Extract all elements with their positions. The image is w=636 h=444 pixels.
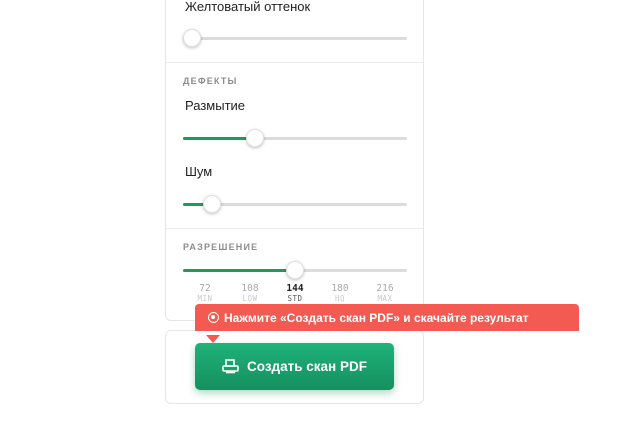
resolution-tick[interactable]: 180 HQ [320, 284, 360, 302]
blur-slider[interactable] [183, 129, 407, 147]
hint-text: Нажмите «Создать скан PDF» и скачайте ре… [224, 310, 529, 325]
create-scan-pdf-label: Создать скан PDF [247, 359, 367, 374]
resolution-tick[interactable]: 144 STD [275, 284, 315, 302]
resolution-tick-level: STD [287, 293, 303, 303]
hint-banner: Нажмите «Создать скан PDF» и скачайте ре… [195, 304, 579, 331]
resolution-section-title: РАЗРЕШЕНИЕ [183, 242, 259, 252]
blur-fill [183, 137, 255, 140]
yellow-tint-thumb[interactable] [183, 29, 201, 47]
settings-panel: Желтоватый оттенок ДЕФЕКТЫ Размытие Шум … [165, 0, 424, 321]
printer-icon [222, 359, 239, 374]
create-scan-pdf-button[interactable]: Создать скан PDF [195, 343, 394, 390]
section-divider [166, 62, 423, 63]
resolution-tick[interactable]: 216 MAX [365, 284, 405, 302]
resolution-thumb[interactable] [286, 261, 304, 279]
resolution-tick-value: 72 [199, 283, 211, 294]
resolution-tick-value: 108 [241, 283, 259, 294]
resolution-fill [183, 269, 295, 272]
resolution-tick-value: 144 [286, 283, 304, 294]
resolution-tick-level: MAX [377, 293, 393, 303]
defects-section-title: ДЕФЕКТЫ [183, 76, 238, 86]
target-icon [208, 312, 219, 323]
resolution-tick[interactable]: 108 LOW [230, 284, 270, 302]
resolution-tick-level: MIN [197, 293, 213, 303]
section-divider [166, 228, 423, 229]
noise-thumb[interactable] [203, 195, 221, 213]
noise-slider[interactable] [183, 195, 407, 213]
yellow-tint-slider[interactable] [183, 29, 407, 47]
resolution-ticks: 72 MIN 108 LOW 144 STD 180 HQ 216 MAX [183, 284, 407, 306]
resolution-tick[interactable]: 72 MIN [185, 284, 225, 302]
resolution-tick-value: 180 [331, 283, 349, 294]
resolution-tick-value: 216 [376, 283, 394, 294]
blur-thumb[interactable] [246, 129, 264, 147]
noise-label: Шум [185, 164, 213, 179]
resolution-slider[interactable] [183, 261, 407, 279]
yellow-tint-label: Желтоватый оттенок [185, 0, 311, 14]
resolution-tick-level: HQ [334, 293, 346, 303]
blur-label: Размытие [185, 98, 246, 113]
hint-arrow [206, 335, 220, 343]
resolution-tick-level: LOW [242, 293, 258, 303]
